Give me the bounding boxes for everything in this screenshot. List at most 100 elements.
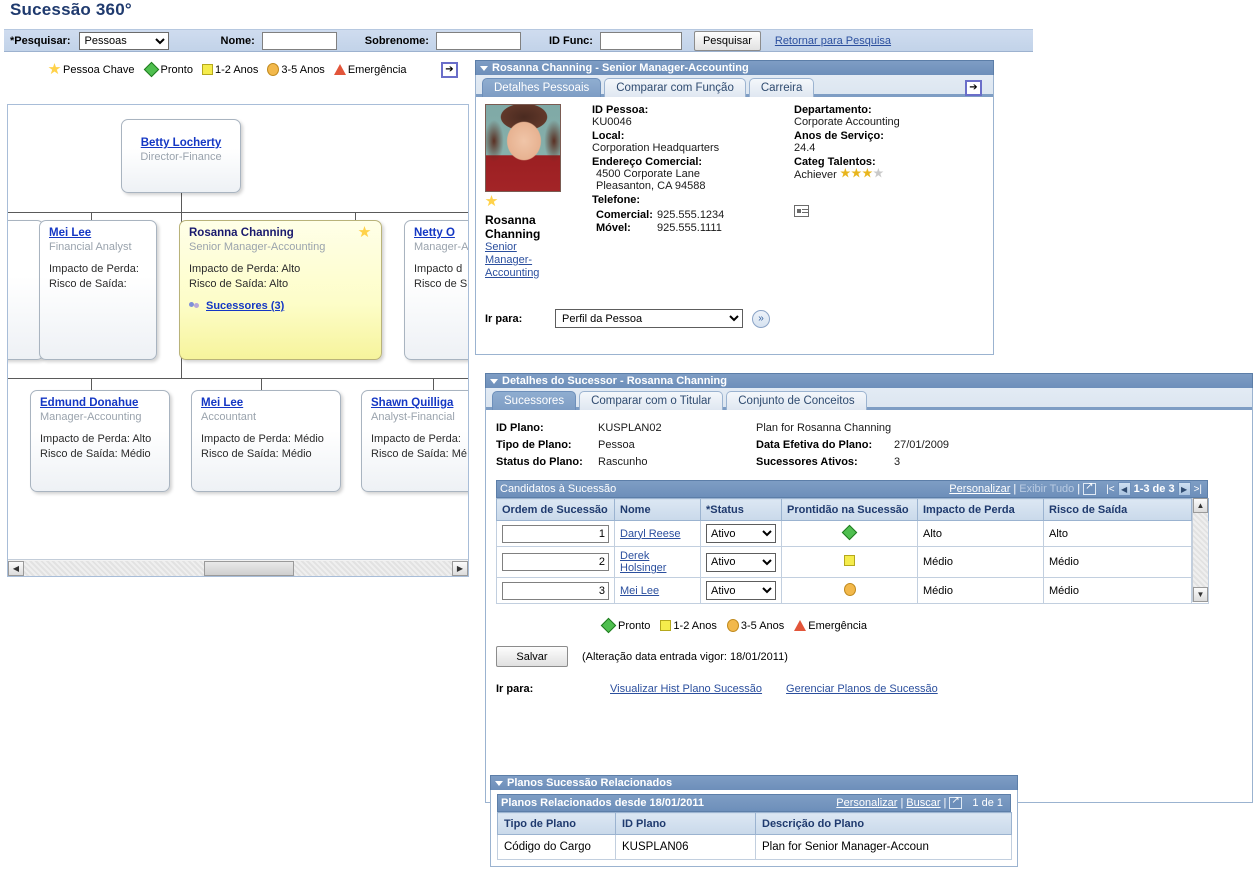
save-button[interactable]: Salvar	[496, 646, 568, 667]
tab-comparar-com-titular[interactable]: Comparar com o Titular	[579, 391, 724, 410]
cell-readiness	[781, 520, 918, 547]
employee-id-input[interactable]	[599, 31, 682, 50]
org-node-exit-risk-value: Médio	[281, 448, 312, 460]
collapse-triangle-icon[interactable]	[490, 378, 498, 384]
grid-vertical-scrollbar[interactable]: ▲ ▼	[1192, 498, 1208, 602]
next-page-button[interactable]: ▶	[1177, 482, 1191, 496]
search-type-select[interactable]: Pessoas	[78, 31, 169, 50]
scrollbar-thumb[interactable]	[203, 560, 294, 576]
org-node-title: Financial Analyst	[49, 241, 132, 253]
tab-carreira[interactable]: Carreira	[748, 78, 815, 97]
col-status[interactable]: *Status	[700, 498, 782, 521]
org-node-name[interactable]: Betty Locherty	[131, 137, 231, 149]
view-succession-plan-history-link[interactable]: Visualizar Hist Plano Sucessão	[610, 683, 762, 695]
scroll-up-arrow-icon[interactable]: ▲	[1193, 498, 1208, 513]
col-descricao-plano[interactable]: Descrição do Plano	[755, 812, 1012, 835]
status-select[interactable]: Ativo	[706, 524, 776, 543]
exibir-tudo-link[interactable]: Exibir Tudo	[1019, 483, 1074, 495]
readiness-legend: Pronto 1-2 Anos 3-5 Anos Emergência	[600, 617, 1242, 634]
table-row: Mei Lee Ativo Médio Médio	[496, 577, 1209, 604]
search-toolbar: *Pesquisar: Pessoas Nome: Sobrenome: ID …	[4, 29, 1033, 52]
buscar-link[interactable]: Buscar	[906, 797, 940, 809]
emergency-triangle-icon	[794, 620, 807, 631]
tab-detalhes-pessoais[interactable]: Detalhes Pessoais	[482, 78, 602, 97]
succession-order-input[interactable]	[502, 524, 609, 543]
cell-loss-impact: Médio	[917, 577, 1044, 604]
succession-order-input[interactable]	[502, 553, 609, 571]
org-node-name[interactable]: Shawn Quilliga	[371, 397, 453, 409]
expand-chart-button[interactable]: ➔	[441, 62, 458, 78]
org-node-edmund-donahue[interactable]: Edmund Donahue Manager-Accounting Impact…	[30, 390, 170, 492]
tab-sucessores[interactable]: Sucessores	[492, 391, 577, 410]
business-card-icon[interactable]	[794, 205, 809, 217]
successors-link-row[interactable]: Sucessores (3)	[189, 300, 372, 312]
col-impacto-perda[interactable]: Impacto de Perda	[917, 498, 1044, 521]
org-node-name[interactable]: Mei Lee	[49, 227, 91, 239]
successor-tabstrip: Sucessores Comparar com o Titular Conjun…	[485, 388, 1253, 410]
goto-go-button[interactable]: »	[752, 309, 770, 328]
org-node-mei-lee-accountant[interactable]: Mei Lee Accountant Impacto de Perda: Méd…	[191, 390, 341, 492]
successors-link[interactable]: Sucessores (3)	[206, 300, 284, 312]
person-role-link[interactable]: Senior Manager-Accounting	[485, 241, 565, 280]
col-risco-saida[interactable]: Risco de Saída	[1043, 498, 1192, 521]
related-grid-title: Planos Relacionados desde 18/01/2011	[501, 797, 704, 809]
org-chart-canvas[interactable]: Betty Locherty Director-Finance Mei Lee …	[8, 105, 468, 558]
first-page-icon[interactable]: |<	[1106, 484, 1114, 495]
org-node-name[interactable]: Mei Lee	[201, 397, 243, 409]
col-nome[interactable]: Nome	[614, 498, 701, 521]
collapse-person-panel-button[interactable]: ➔	[965, 80, 982, 96]
org-node-exit-risk-label: Risco de Saída: Mé	[371, 448, 467, 460]
col-tipo-plano[interactable]: Tipo de Plano	[497, 812, 616, 835]
org-node-name[interactable]: Edmund Donahue	[40, 397, 138, 409]
search-button[interactable]: Pesquisar	[693, 30, 761, 51]
save-row: Salvar (Alteração data entrada vigor: 18…	[496, 646, 1242, 667]
org-node-root[interactable]: Betty Locherty Director-Finance	[121, 119, 241, 193]
org-chart-horizontal-scrollbar[interactable]: ◀ ▶	[8, 559, 468, 576]
org-node-exit-risk: Risco de Saída:	[49, 278, 127, 290]
last-name-input[interactable]	[435, 31, 521, 50]
person-tabstrip: Detalhes Pessoais Comparar com Função Ca…	[475, 75, 994, 97]
previous-page-button[interactable]: ◀	[1117, 482, 1131, 496]
field-label-local: Local:	[592, 130, 625, 142]
org-node-title: Accountant	[201, 411, 257, 423]
scrollbar-track[interactable]	[24, 560, 452, 576]
plan-effective-date-value: 27/01/2009	[894, 439, 950, 451]
scroll-down-arrow-icon[interactable]: ▼	[1193, 587, 1208, 602]
org-node-netty[interactable]: Netty O Manager-A Impacto d Risco de S	[404, 220, 468, 360]
cell-plan-desc: Plan for Senior Manager-Accoun	[755, 834, 1012, 860]
field-value-local: Corporation Headquarters	[592, 142, 720, 154]
personalizar-link[interactable]: Personalizar	[836, 797, 897, 809]
return-to-search-link[interactable]: Retornar para Pesquisa	[775, 35, 891, 47]
org-node-loss-impact-label: Impacto de Perda:	[189, 263, 279, 275]
tab-conjunto-de-conceitos[interactable]: Conjunto de Conceitos	[726, 391, 867, 410]
legend-item-1-2-years: 1-2 Anos	[660, 620, 717, 632]
field-label-departamento: Departamento:	[794, 104, 872, 116]
org-node-shawn-quilligan[interactable]: Shawn Quilliga Analyst-Financial Impacto…	[361, 390, 468, 492]
tab-comparar-com-funcao[interactable]: Comparar com Função	[604, 78, 746, 97]
personalizar-link[interactable]: Personalizar	[949, 483, 1010, 495]
col-ordem-sucessao[interactable]: Ordem de Sucessão	[496, 498, 615, 521]
col-prontidao[interactable]: Prontidão na Sucessão	[781, 498, 918, 521]
succession-order-input[interactable]	[502, 581, 609, 600]
last-page-icon[interactable]: >|	[1194, 484, 1202, 495]
org-node-mei-lee[interactable]: Mei Lee Financial Analyst Impacto de Per…	[39, 220, 157, 360]
manage-succession-plans-link[interactable]: Gerenciar Planos de Sucessão	[786, 683, 938, 695]
candidate-name-link[interactable]: Mei Lee	[620, 585, 659, 597]
collapse-triangle-icon[interactable]	[495, 780, 503, 786]
expand-grid-icon[interactable]	[949, 795, 963, 809]
scroll-right-arrow-icon[interactable]: ▶	[452, 560, 468, 576]
candidate-name-link[interactable]: Daryl Reese	[620, 528, 681, 540]
org-node-rosanna-channing[interactable]: Rosanna Channing Senior Manager-Accounti…	[179, 220, 382, 360]
expand-grid-icon[interactable]	[1083, 481, 1097, 495]
goto-select[interactable]: Perfil da Pessoa	[555, 309, 743, 328]
col-id-plano[interactable]: ID Plano	[615, 812, 756, 835]
status-select[interactable]: Ativo	[706, 552, 776, 572]
status-select[interactable]: Ativo	[706, 581, 776, 600]
collapse-triangle-icon[interactable]	[480, 65, 488, 71]
one-two-years-square-icon	[844, 555, 855, 566]
scroll-left-arrow-icon[interactable]: ◀	[8, 560, 24, 576]
candidate-name-link[interactable]: Derek Holsinger	[620, 550, 666, 574]
org-node-exit-risk-label: Risco de Saída:	[40, 448, 118, 460]
org-node-name[interactable]: Netty O	[414, 227, 455, 239]
first-name-input[interactable]	[261, 31, 337, 50]
